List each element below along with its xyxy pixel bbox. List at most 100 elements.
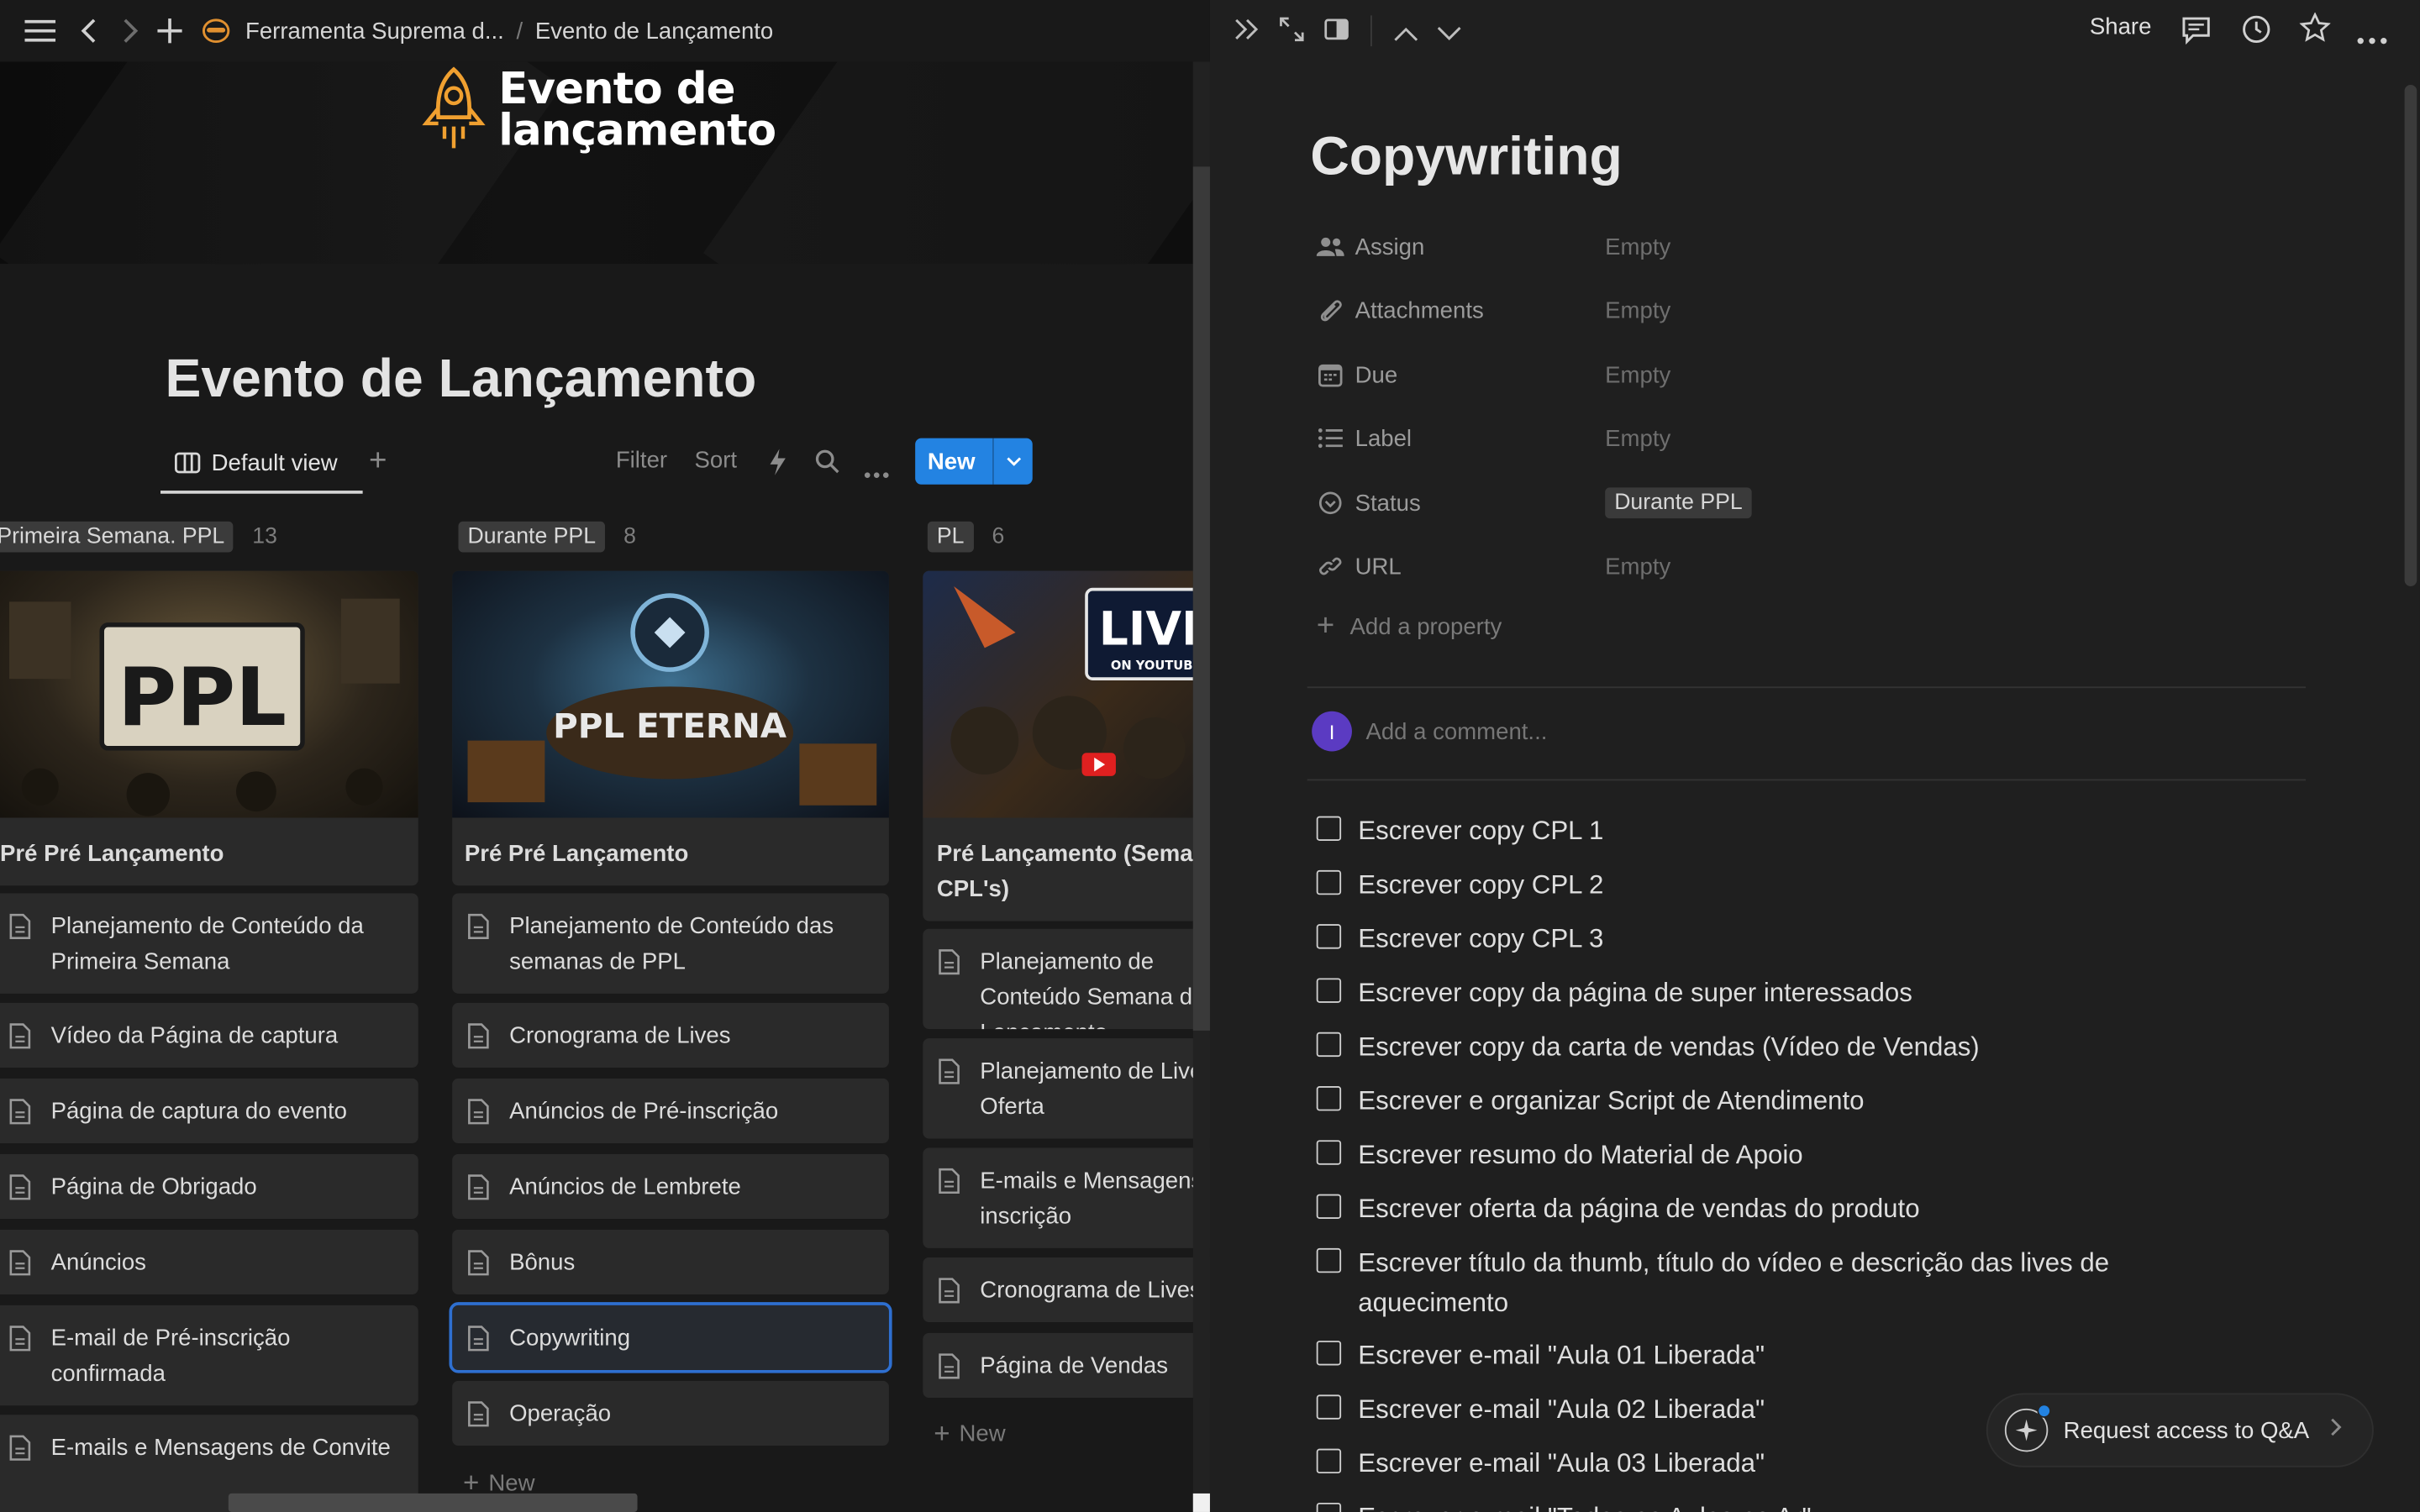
todo-item[interactable]: Escrever copy CPL 1 (1316, 811, 2243, 852)
list-item-selected[interactable]: Copywriting (449, 1302, 892, 1373)
list-item[interactable]: Anúncios (0, 1229, 418, 1294)
checkbox[interactable] (1316, 816, 1342, 842)
favorite-star-icon[interactable] (2299, 12, 2331, 51)
list-item[interactable]: E-mails e Mensagens inscrição (923, 1147, 1210, 1248)
checkbox[interactable] (1316, 1394, 1342, 1420)
todo-item[interactable]: Escrever título da thumb, título do víde… (1316, 1243, 2181, 1324)
checkbox[interactable] (1316, 1247, 1342, 1273)
property-attachments[interactable]: Attachments Empty (1317, 291, 2304, 328)
todo-text[interactable]: Escrever e-mail "Aula 02 Liberada" (1358, 1390, 1765, 1431)
property-value[interactable]: Empty (1605, 425, 1670, 451)
property-url[interactable]: URL Empty (1317, 548, 2304, 585)
property-value[interactable]: Empty (1605, 297, 1670, 323)
todo-text[interactable]: Escrever e-mail "Aula 03 Liberada" (1358, 1444, 1765, 1484)
checkbox[interactable] (1316, 978, 1342, 1003)
add-property-button[interactable]: + Add a property (1317, 611, 1502, 642)
expand-icon[interactable] (1280, 17, 1304, 50)
request-qa-access-button[interactable]: Request access to Q&A (1986, 1393, 2374, 1467)
side-peek-icon[interactable] (1324, 18, 1349, 48)
column-new-button[interactable]: + New (934, 1418, 1005, 1451)
comment-input[interactable]: Add a comment... (1365, 718, 1547, 744)
history-clock-icon[interactable] (2241, 14, 2272, 53)
todo-text[interactable]: Escrever copy da carta de vendas (Vídeo … (1358, 1027, 1979, 1068)
list-item[interactable]: Anúncios de Lembrete (452, 1153, 889, 1219)
todo-item[interactable]: Escrever resumo do Material de Apoio (1316, 1136, 2243, 1176)
column-tag[interactable]: Primeira Semana. PPL (0, 521, 234, 553)
property-value[interactable]: Empty (1605, 234, 1670, 260)
list-item[interactable]: Operação (452, 1380, 889, 1446)
checkbox[interactable] (1316, 1140, 1342, 1165)
share-button[interactable]: Share (2090, 14, 2152, 40)
checkbox[interactable] (1316, 1194, 1342, 1219)
todo-item[interactable]: Escrever e-mail "Aula 01 Liberada" (1316, 1336, 2243, 1377)
search-icon[interactable] (815, 449, 839, 481)
property-assign[interactable]: Assign Empty (1316, 228, 2304, 265)
todo-item[interactable]: Escrever copy da carta de vendas (Vídeo … (1316, 1027, 2243, 1068)
checkbox[interactable] (1316, 1086, 1342, 1111)
list-item[interactable]: Bônus (452, 1229, 889, 1294)
tab-default-view[interactable]: Default view (160, 435, 363, 494)
chevron-up-icon[interactable] (1394, 22, 1418, 50)
new-button[interactable]: New (915, 438, 1033, 485)
list-item[interactable]: E-mail de Pré-inscrição confirmada (0, 1305, 418, 1406)
add-page-icon[interactable] (150, 11, 190, 51)
todo-item[interactable]: Escrever e organizar Script de Atendimen… (1316, 1082, 2243, 1122)
horizontal-scrollbar[interactable] (228, 1493, 638, 1512)
todo-text[interactable]: Escrever copy CPL 2 (1358, 865, 1603, 906)
column-tag[interactable]: Durante PPL (458, 521, 606, 553)
todo-text[interactable]: Escrever oferta da página de vendas do p… (1358, 1189, 1919, 1230)
back-arrow-icon[interactable] (70, 11, 110, 51)
property-value[interactable]: Empty (1605, 362, 1670, 388)
comments-icon[interactable] (2181, 15, 2212, 52)
filter-button[interactable]: Filter (616, 448, 667, 474)
sidebar-menu-icon[interactable] (20, 11, 60, 51)
checkbox[interactable] (1316, 924, 1342, 949)
status-badge[interactable]: Durante PPL (1605, 487, 1752, 519)
property-value[interactable]: Empty (1605, 553, 1670, 579)
list-item[interactable]: Vídeo da Página de captura (0, 1002, 418, 1068)
property-due[interactable]: Due Empty (1317, 356, 2304, 393)
close-peek-icon[interactable] (1234, 18, 1259, 48)
todo-text[interactable]: Escrever copy CPL 3 (1358, 920, 1603, 960)
todo-text[interactable]: Escrever e-mail "Todas as Aulas no Ar" (1358, 1498, 1811, 1512)
more-options-icon[interactable] (864, 458, 889, 486)
todo-item[interactable]: Escrever copy CPL 3 (1316, 920, 2243, 960)
list-item[interactable]: Planejamento de Conteúdo da Primeira Sem… (0, 893, 418, 994)
page-title[interactable]: Evento de Lançamento (166, 349, 757, 410)
list-item[interactable]: Planejamento de Conteúdo Semana de Lança… (923, 928, 1210, 1030)
column-tag[interactable]: PL (927, 521, 974, 553)
todo-text[interactable]: Escrever e-mail "Aula 01 Liberada" (1358, 1336, 1765, 1377)
list-item[interactable]: Cronograma de Lives (452, 1002, 889, 1068)
checkbox[interactable] (1316, 1341, 1342, 1366)
list-item[interactable]: Página de Vendas (923, 1332, 1210, 1399)
property-status[interactable]: Status Durante PPL (1317, 485, 2304, 522)
property-label[interactable]: Label Empty (1317, 420, 2304, 457)
checkbox[interactable] (1316, 869, 1342, 895)
breadcrumb-current[interactable]: Evento de Lançamento (535, 18, 773, 44)
add-view-icon[interactable]: + (369, 446, 387, 477)
list-item[interactable]: Planejamento de Conteúdo das semanas de … (452, 893, 889, 994)
vertical-scrollbar[interactable] (2404, 85, 2417, 586)
chevron-down-icon[interactable] (1437, 22, 1461, 50)
list-item[interactable]: Cronograma de Lives (923, 1257, 1210, 1323)
todo-item[interactable]: Escrever copy CPL 2 (1316, 865, 2243, 906)
checkbox[interactable] (1316, 1032, 1342, 1058)
breadcrumb-workspace[interactable]: Ferramenta Suprema d... (245, 18, 504, 44)
list-item[interactable]: Planejamento de Live Oferta (923, 1038, 1210, 1139)
sort-button[interactable]: Sort (695, 448, 738, 474)
todo-text[interactable]: Escrever copy da página de super interes… (1358, 974, 1912, 1014)
automation-bolt-icon[interactable] (769, 449, 787, 482)
list-item[interactable]: Página de captura do evento (0, 1078, 418, 1143)
todo-text[interactable]: Escrever e organizar Script de Atendimen… (1358, 1082, 1864, 1122)
checkbox[interactable] (1316, 1448, 1342, 1474)
checkbox[interactable] (1316, 1502, 1342, 1512)
todo-text[interactable]: Escrever título da thumb, título do víde… (1358, 1243, 2181, 1324)
todo-text[interactable]: Escrever resumo do Material de Apoio (1358, 1136, 1802, 1176)
comment-box[interactable]: I Add a comment... (1312, 711, 1547, 752)
page-title[interactable]: Copywriting (1310, 127, 1622, 188)
chevron-down-icon[interactable] (994, 457, 1033, 466)
todo-item[interactable]: Escrever oferta da página de vendas do p… (1316, 1189, 2243, 1230)
more-options-icon[interactable] (2357, 24, 2388, 52)
todo-item[interactable]: Escrever e-mail "Todas as Aulas no Ar" (1316, 1498, 2243, 1512)
todo-item[interactable]: Escrever copy da página de super interes… (1316, 974, 2243, 1014)
